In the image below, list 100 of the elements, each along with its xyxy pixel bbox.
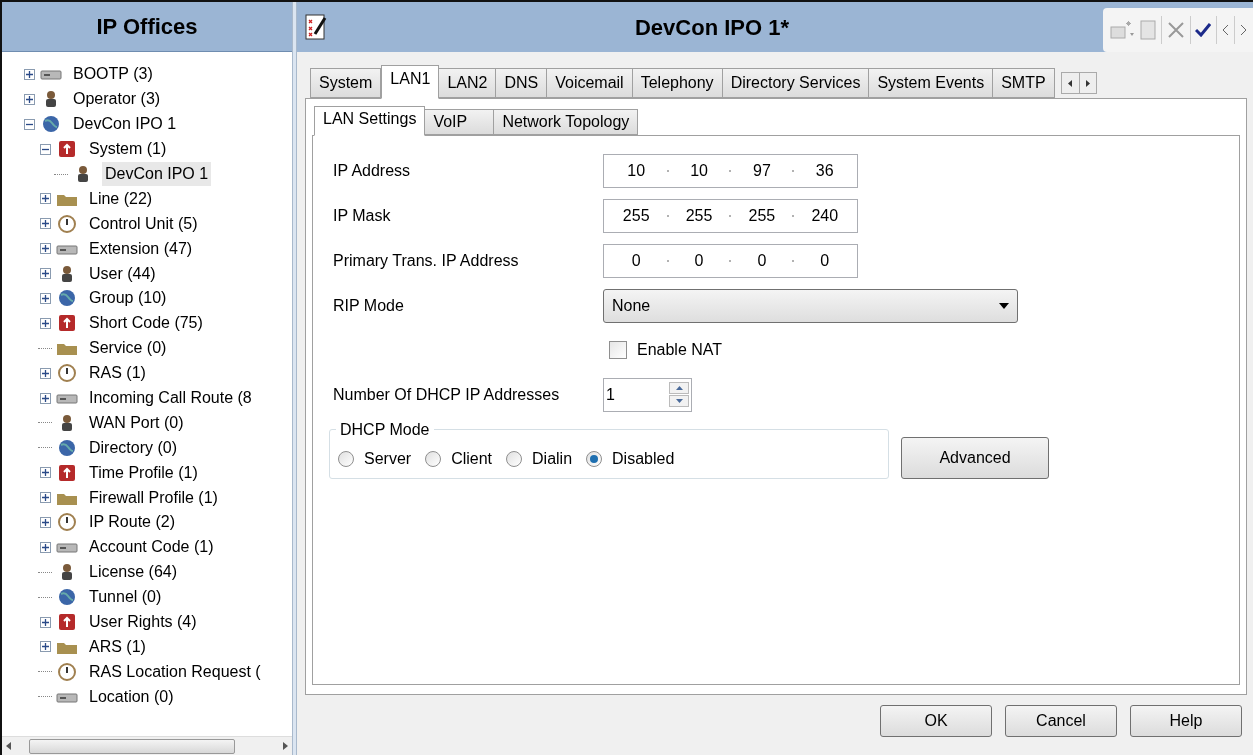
tree-item[interactable]: Account Code (1) <box>86 535 217 560</box>
tree-item[interactable]: Operator (3) <box>70 87 164 112</box>
expand-icon[interactable] <box>39 367 51 379</box>
expand-icon[interactable] <box>39 218 51 230</box>
globe-icon <box>56 588 78 607</box>
collapse-icon[interactable] <box>39 143 51 155</box>
expand-icon[interactable] <box>23 93 35 105</box>
field-label: RIP Mode <box>333 295 405 316</box>
radio-button[interactable] <box>425 451 442 467</box>
expand-icon[interactable] <box>39 392 51 404</box>
expand-icon[interactable] <box>39 641 51 653</box>
tree-item[interactable]: Extension (47) <box>86 236 196 261</box>
radio-label: Server <box>364 449 412 469</box>
ip-address-field[interactable]: 0 0 0 0 <box>603 243 858 278</box>
expand-icon[interactable] <box>39 268 51 280</box>
number-spinner[interactable]: 1 <box>603 377 692 412</box>
tree-item[interactable]: User Rights (4) <box>86 610 200 635</box>
tab[interactable]: Voicemail <box>546 68 633 98</box>
tab[interactable]: SMTP <box>992 68 1055 98</box>
sign-icon <box>56 463 78 482</box>
tree-item[interactable]: Tunnel (0) <box>86 585 165 610</box>
expand-icon[interactable] <box>39 516 51 528</box>
checkbox-label: Enable NAT <box>637 340 723 360</box>
ip-address-field[interactable]: 10 10 97 36 <box>603 153 858 188</box>
dropdown-value: None <box>612 295 651 316</box>
expand-icon[interactable] <box>39 467 51 479</box>
octet-value: 240 <box>810 205 840 226</box>
octet-value: 255 <box>684 205 714 226</box>
tab[interactable]: DNS <box>495 68 548 98</box>
tree-item[interactable]: System (1) <box>86 137 170 162</box>
sign-icon <box>56 140 78 159</box>
field-label: IP Address <box>333 160 412 181</box>
globe-icon <box>56 289 78 308</box>
tree-item[interactable]: Firewall Profile (1) <box>86 485 221 510</box>
radio-button[interactable] <box>506 451 523 467</box>
tree-item[interactable]: Line (22) <box>86 186 156 211</box>
collapse-icon[interactable] <box>23 118 35 130</box>
checkbox[interactable] <box>609 341 627 359</box>
radio-label: Dialin <box>532 449 573 469</box>
tree-item[interactable]: Incoming Call Route (8 <box>86 386 255 410</box>
tree-item[interactable]: WAN Port (0) <box>86 410 187 435</box>
expand-icon[interactable] <box>39 292 51 304</box>
tree-item[interactable]: Directory (0) <box>86 435 180 460</box>
expand-icon[interactable] <box>39 193 51 205</box>
radio-button[interactable] <box>338 451 354 467</box>
scrollbar-thumb[interactable] <box>29 738 235 754</box>
tree-item[interactable]: Control Unit (5) <box>86 211 201 236</box>
tree-item[interactable]: User (44) <box>86 261 159 286</box>
tree-item[interactable]: Location (0) <box>86 684 177 709</box>
tab[interactable]: VoIP <box>424 109 495 135</box>
dialog-button[interactable]: OK <box>880 705 992 737</box>
scroll-left-icon[interactable] <box>6 742 11 750</box>
scroll-right-icon[interactable] <box>283 742 288 750</box>
tab[interactable]: System Events <box>868 68 994 98</box>
tree-item[interactable]: DevCon IPO 1 <box>70 112 180 137</box>
tree-item[interactable]: ARS (1) <box>86 634 149 659</box>
ip-address-field[interactable]: 255 255 255 240 <box>603 198 858 233</box>
chevron-right-icon[interactable] <box>1239 25 1247 35</box>
tree-item[interactable]: Service (0) <box>86 336 170 361</box>
dialog-button[interactable]: Cancel <box>1005 705 1117 737</box>
tree-item[interactable]: RAS (1) <box>86 361 149 386</box>
expand-icon[interactable] <box>39 541 51 553</box>
tab[interactable]: Directory Services <box>721 68 870 98</box>
checklist-icon <box>305 14 327 40</box>
tree-item[interactable]: Short Code (75) <box>86 311 206 336</box>
tab[interactable]: Network Topology <box>493 109 639 135</box>
panel-title: IP Offices <box>96 13 198 41</box>
tree-item[interactable]: BOOTP (3) <box>70 62 156 87</box>
expand-icon[interactable] <box>39 616 51 628</box>
globe-icon <box>40 115 62 134</box>
expand-icon[interactable] <box>39 492 51 504</box>
tree-item[interactable]: Group (10) <box>86 286 170 311</box>
chevron-left-icon[interactable] <box>1221 25 1229 35</box>
radio-button[interactable] <box>586 451 603 467</box>
expand-icon[interactable] <box>39 317 51 329</box>
horizontal-scrollbar[interactable] <box>2 736 292 755</box>
tree-item[interactable]: Time Profile (1) <box>86 460 201 485</box>
tree-item[interactable]: DevCon IPO 1 <box>102 162 212 186</box>
tab[interactable]: LAN1 <box>381 65 440 99</box>
tree-item[interactable]: License (64) <box>86 560 181 585</box>
field-label: Primary Trans. IP Address <box>333 250 520 271</box>
octet-value: 255 <box>747 205 777 226</box>
octet-value: 0 <box>756 250 768 271</box>
tab[interactable]: LAN2 <box>438 68 497 98</box>
expand-icon[interactable] <box>39 243 51 255</box>
tab[interactable]: Telephony <box>631 68 723 98</box>
tab[interactable]: LAN Settings <box>314 106 426 136</box>
rip-mode-dropdown[interactable]: None <box>603 288 1018 323</box>
expand-icon[interactable] <box>23 68 35 80</box>
advanced-button[interactable]: Advanced <box>901 437 1049 479</box>
tree-item[interactable]: RAS Location Request ( <box>86 659 264 684</box>
octet-value: 97 <box>752 160 772 181</box>
octet-value: 10 <box>626 160 647 181</box>
checkmark-icon[interactable] <box>1195 23 1212 37</box>
dialog-button[interactable]: Help <box>1130 705 1242 737</box>
tree-item[interactable]: IP Route (2) <box>86 510 178 535</box>
delete-icon[interactable] <box>1166 21 1185 39</box>
octet-value: 36 <box>814 160 835 181</box>
tab[interactable]: System <box>310 68 382 98</box>
field-label: IP Mask <box>333 205 392 226</box>
